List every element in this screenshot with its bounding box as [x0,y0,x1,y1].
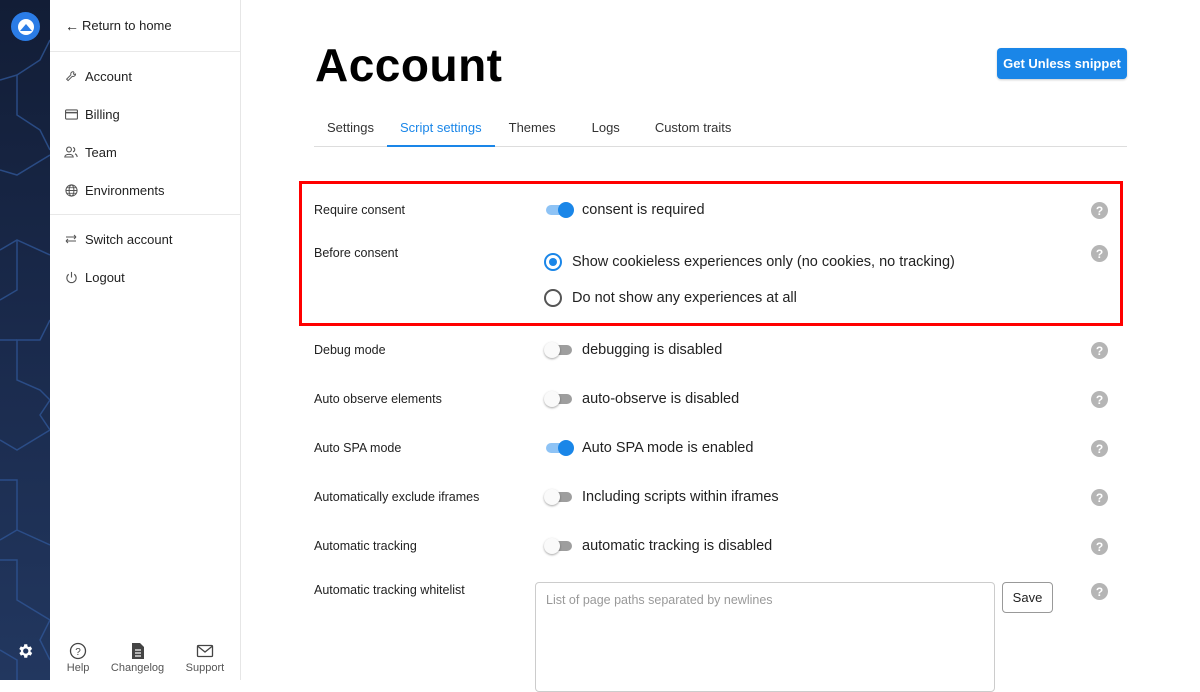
arrow-left-icon: ← [65,17,79,34]
sidebar-account-nav: Switch account Logout [50,215,240,301]
return-home-link[interactable]: ← Return to home [50,0,240,52]
help-circle-icon: ? [69,642,87,660]
wrench-icon [64,69,78,83]
swap-icon [64,232,78,246]
whitelist-textarea[interactable] [535,582,995,692]
main-content: Account Get Unless snippet Settings Scri… [241,0,1200,692]
help-icon[interactable]: ? [1091,489,1108,506]
setting-control: Auto SPA mode is enabled [544,440,753,456]
credit-card-icon [64,107,78,121]
setting-label: Auto observe elements [314,392,442,406]
sidebar-item-team[interactable]: Team [50,133,240,171]
svg-text:?: ? [75,647,81,658]
sidebar-item-label: Team [85,144,117,160]
setting-label: Debug mode [314,343,386,357]
debug-mode-toggle[interactable] [544,342,574,358]
logo-icon [17,18,34,35]
globe-icon [64,183,78,197]
setting-control: automatic tracking is disabled [544,538,772,554]
tab-custom-traits[interactable]: Custom traits [642,108,745,147]
sidebar-item-switch-account[interactable]: Switch account [50,220,240,258]
app-logo[interactable] [11,12,40,41]
help-icon[interactable]: ? [1091,440,1108,457]
setting-label: Automatically exclude iframes [314,490,480,504]
support-link[interactable]: Support [185,642,225,674]
page-title: Account [315,39,503,91]
help-icon[interactable]: ? [1091,342,1108,359]
tab-logs[interactable]: Logs [579,108,633,147]
radio-label: Do not show any experiences at all [572,290,797,306]
tab-bar: Settings Script settings Themes Logs Cus… [314,108,1127,147]
users-icon [64,145,78,159]
help-icon[interactable]: ? [1091,245,1108,262]
setting-label: Auto SPA mode [314,441,402,455]
power-icon [64,270,78,284]
tab-script-settings[interactable]: Script settings [386,108,495,147]
exclude-iframes-toggle[interactable] [544,489,574,505]
help-label: Help [66,662,90,674]
sidebar-nav: Account Billing Team Environments [50,52,240,215]
tab-themes[interactable]: Themes [496,108,569,147]
save-button[interactable]: Save [1002,582,1053,613]
sidebar: ← Return to home Account Billing Team En… [50,0,241,680]
changelog-link[interactable]: Changelog [111,642,164,674]
radio-no-experiences[interactable]: Do not show any experiences at all [544,289,797,307]
setting-control: Including scripts within iframes [544,489,779,505]
setting-label: Require consent [314,203,406,217]
hex-pattern [0,39,50,680]
sidebar-item-billing[interactable]: Billing [50,95,240,133]
setting-label: Before consent [314,246,399,260]
setting-control: auto-observe is disabled [544,391,739,407]
support-label: Support [185,662,225,674]
app-rail [0,0,50,680]
require-consent-toggle[interactable] [544,202,574,218]
sidebar-item-label: Environments [85,182,165,198]
sidebar-item-environments[interactable]: Environments [50,171,240,209]
radio-indicator [544,253,562,271]
setting-control: debugging is disabled [544,342,722,358]
gear-icon[interactable] [16,642,34,660]
sidebar-item-label: Account [85,68,132,84]
sidebar-item-label: Billing [85,106,120,122]
setting-label: Automatic tracking [314,539,417,553]
get-snippet-button[interactable]: Get Unless snippet [997,48,1127,79]
automatic-tracking-toggle[interactable] [544,538,574,554]
sidebar-item-label: Logout [85,269,125,285]
document-icon [129,642,147,660]
toggle-state-text: auto-observe is disabled [582,391,740,407]
toggle-state-text: consent is required [582,202,705,218]
radio-label: Show cookieless experiences only (no coo… [572,254,955,270]
tab-settings[interactable]: Settings [314,108,387,147]
radio-cookieless-only[interactable]: Show cookieless experiences only (no coo… [544,253,955,271]
toggle-state-text: debugging is disabled [582,342,723,358]
help-link[interactable]: ? Help [66,642,90,674]
toggle-state-text: Auto SPA mode is enabled [582,440,754,456]
setting-control: consent is required [544,202,705,218]
sidebar-item-account[interactable]: Account [50,57,240,95]
help-icon[interactable]: ? [1091,202,1108,219]
mail-icon [196,642,214,660]
setting-label: Automatic tracking whitelist [314,583,465,597]
sidebar-item-label: Switch account [85,231,173,247]
help-icon[interactable]: ? [1091,583,1108,600]
radio-indicator [544,289,562,307]
help-icon[interactable]: ? [1091,391,1108,408]
toggle-state-text: Including scripts within iframes [582,489,779,505]
help-icon[interactable]: ? [1091,538,1108,555]
auto-spa-toggle[interactable] [544,440,574,456]
return-home-label: Return to home [82,18,172,33]
sidebar-footer: ? Help Changelog Support [50,642,241,674]
toggle-state-text: automatic tracking is disabled [582,538,773,554]
sidebar-item-logout[interactable]: Logout [50,258,240,296]
changelog-label: Changelog [110,662,165,674]
auto-observe-toggle[interactable] [544,391,574,407]
